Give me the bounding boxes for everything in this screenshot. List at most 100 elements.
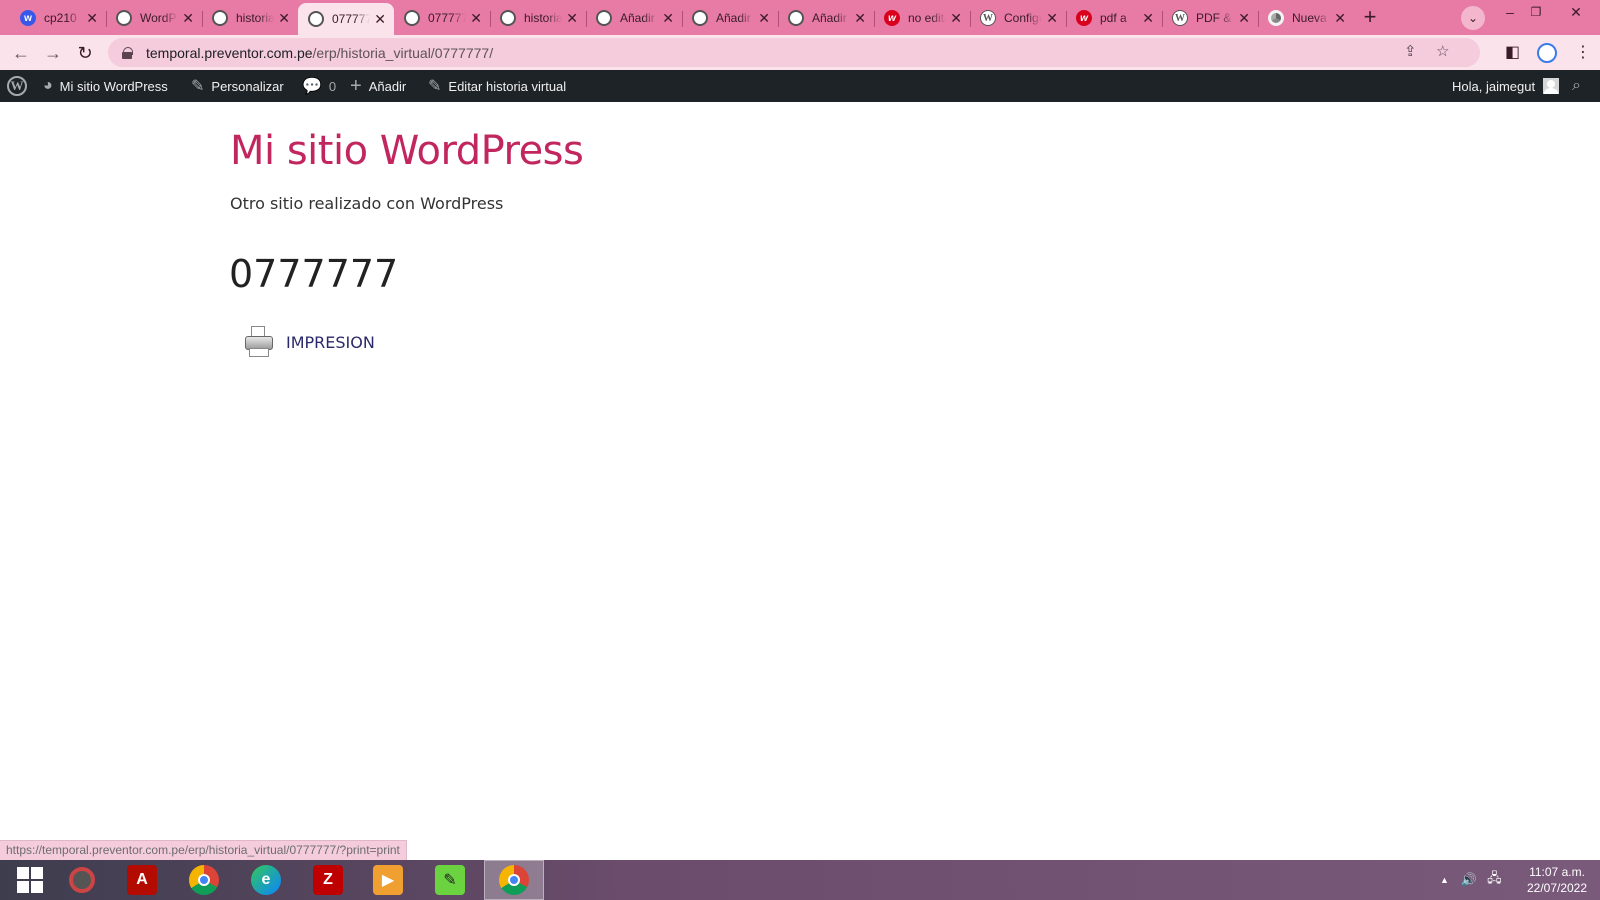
comment-icon: 💬: [302, 78, 322, 95]
globe-icon: [212, 10, 228, 26]
tab-title: historia: [524, 11, 563, 25]
adminbar-site-name[interactable]: ◕ Mi sitio WordPress: [43, 70, 168, 102]
filezilla-icon: Z: [313, 865, 343, 895]
print-link-row[interactable]: IMPRESION: [244, 326, 375, 358]
tab-search-button[interactable]: ⌄: [1461, 6, 1485, 30]
adminbar-edit[interactable]: ✎ Editar historia virtual: [428, 70, 566, 102]
customize-label: Personalizar: [211, 78, 284, 94]
entry-title: 0777777: [229, 252, 399, 296]
network-icon[interactable]: 🖧: [1487, 869, 1502, 891]
close-tab-icon[interactable]: ✕: [854, 10, 866, 27]
close-window-button[interactable]: ✕: [1556, 2, 1596, 26]
taskbar-app[interactable]: [174, 860, 234, 900]
chrome-icon: [189, 865, 219, 895]
globe-icon: [596, 10, 612, 26]
taskbar-app[interactable]: ✎: [420, 860, 480, 900]
tab-title: 0777777: [332, 12, 371, 26]
wordpress-icon: W: [1172, 10, 1188, 26]
taskbar-app[interactable]: A: [112, 860, 172, 900]
site-title[interactable]: Mi sitio WordPress: [230, 128, 584, 174]
close-tab-icon[interactable]: ✕: [566, 10, 578, 27]
adminbar-search[interactable]: ⌕: [1572, 70, 1581, 102]
close-tab-icon[interactable]: ✕: [662, 10, 674, 27]
bookmark-star-icon[interactable]: ☆: [1436, 42, 1449, 60]
wp-logo-menu[interactable]: W: [7, 70, 27, 102]
tab-title: Añadir: [716, 11, 751, 25]
side-panel-icon[interactable]: ◧: [1505, 42, 1520, 62]
search-icon: ⌕: [1572, 77, 1581, 94]
start-button[interactable]: [0, 860, 60, 900]
address-bar[interactable]: temporal.preventor.com.pe/erp/historia_v…: [108, 38, 1480, 67]
close-tab-icon[interactable]: ✕: [278, 10, 290, 27]
tab-title: no edita: [908, 11, 946, 25]
taskbar-app[interactable]: Z: [298, 860, 358, 900]
profile-avatar[interactable]: [1537, 43, 1557, 63]
browser-tab[interactable]: W Configuración ✕: [970, 3, 1067, 33]
wordpress-logo-icon: W: [7, 76, 27, 96]
taskbar-app[interactable]: [52, 860, 112, 900]
tab-title: Nueva: [1292, 11, 1327, 25]
close-tab-icon[interactable]: ✕: [470, 10, 482, 27]
printer-icon[interactable]: [244, 326, 274, 358]
browser-tab[interactable]: w no edita ✕: [874, 3, 971, 33]
close-tab-icon[interactable]: ✕: [950, 10, 962, 27]
red-w-icon: w: [1076, 10, 1092, 26]
menu-icon[interactable]: ⋮: [1575, 42, 1591, 62]
browser-tab[interactable]: Añadir ✕: [682, 3, 779, 33]
close-tab-icon[interactable]: ✕: [374, 11, 386, 28]
url-host: temporal.preventor.com.pe: [146, 44, 313, 61]
close-tab-icon[interactable]: ✕: [182, 10, 194, 27]
adminbar-comments[interactable]: 💬 0: [302, 70, 336, 102]
comments-count: 0: [328, 78, 337, 94]
taskbar-app[interactable]: e: [236, 860, 296, 900]
close-tab-icon[interactable]: ✕: [758, 10, 770, 27]
new-tab-button[interactable]: +: [1356, 5, 1384, 31]
browser-tab[interactable]: Nueva ✕: [1258, 3, 1354, 33]
browser-tab[interactable]: Añadir ✕: [778, 3, 875, 33]
tab-title: 0777777: [428, 11, 467, 25]
browser-tab[interactable]: 0777777 ✕: [394, 3, 491, 33]
adminbar-new-content[interactable]: + Añadir: [350, 70, 406, 102]
globe-icon: [788, 10, 804, 26]
close-tab-icon[interactable]: ✕: [1334, 10, 1346, 27]
adminbar-my-account[interactable]: Hola, jaimegut: [1452, 70, 1560, 102]
windows-taskbar: A e Z ▶ ✎ ▲ 🔊 🖧 11:07 a.m. 22/07/2022: [0, 860, 1600, 900]
tab-title: Configuración: [1004, 11, 1043, 25]
close-tab-icon[interactable]: ✕: [1142, 10, 1154, 27]
browser-toolbar: ← → ↻ temporal.preventor.com.pe/erp/hist…: [0, 35, 1600, 70]
edge-icon: e: [251, 865, 281, 895]
forward-button[interactable]: →: [40, 40, 66, 66]
add-new-label: Añadir: [368, 78, 407, 94]
tray-chevron-icon[interactable]: ▲: [1440, 875, 1449, 885]
globe-icon: [308, 11, 324, 27]
site-name-label: Mi sitio WordPress: [59, 78, 168, 94]
browser-tab[interactable]: w cp210 ✕: [10, 3, 107, 33]
browser-tab[interactable]: historia ✕: [490, 3, 587, 33]
browser-tab[interactable]: w pdf a ✕: [1066, 3, 1163, 33]
browser-tab[interactable]: W PDF & ✕: [1162, 3, 1259, 33]
volume-icon[interactable]: 🔊: [1461, 872, 1477, 888]
close-tab-icon[interactable]: ✕: [86, 10, 98, 27]
restore-button[interactable]: ❐: [1516, 2, 1556, 26]
notepad-icon: ✎: [435, 865, 465, 895]
plus-icon: +: [350, 74, 362, 97]
browser-tab[interactable]: historia ✕: [202, 3, 298, 33]
globe-icon: [692, 10, 708, 26]
browser-tab[interactable]: Añadir ✕: [586, 3, 683, 33]
globe-icon: [500, 10, 516, 26]
share-icon[interactable]: ⇪: [1404, 42, 1417, 60]
browser-tab-active[interactable]: 0777777 ✕: [298, 3, 394, 35]
taskbar-app-active[interactable]: [484, 860, 544, 900]
close-tab-icon[interactable]: ✕: [1238, 10, 1250, 27]
clock[interactable]: 11:07 a.m. 22/07/2022: [1520, 864, 1594, 896]
globe-icon: [404, 10, 420, 26]
browser-tab[interactable]: WordPress ✕: [106, 3, 203, 33]
close-tab-icon[interactable]: ✕: [1046, 10, 1058, 27]
clock-time: 11:07 a.m.: [1529, 865, 1585, 879]
adminbar-customize[interactable]: ✎ Personalizar: [191, 70, 284, 102]
reload-button[interactable]: ↻: [72, 40, 98, 66]
back-button[interactable]: ←: [8, 40, 34, 66]
taskbar-app[interactable]: ▶: [358, 860, 418, 900]
tab-title: PDF &: [1196, 11, 1232, 25]
print-link[interactable]: IMPRESION: [286, 333, 375, 352]
